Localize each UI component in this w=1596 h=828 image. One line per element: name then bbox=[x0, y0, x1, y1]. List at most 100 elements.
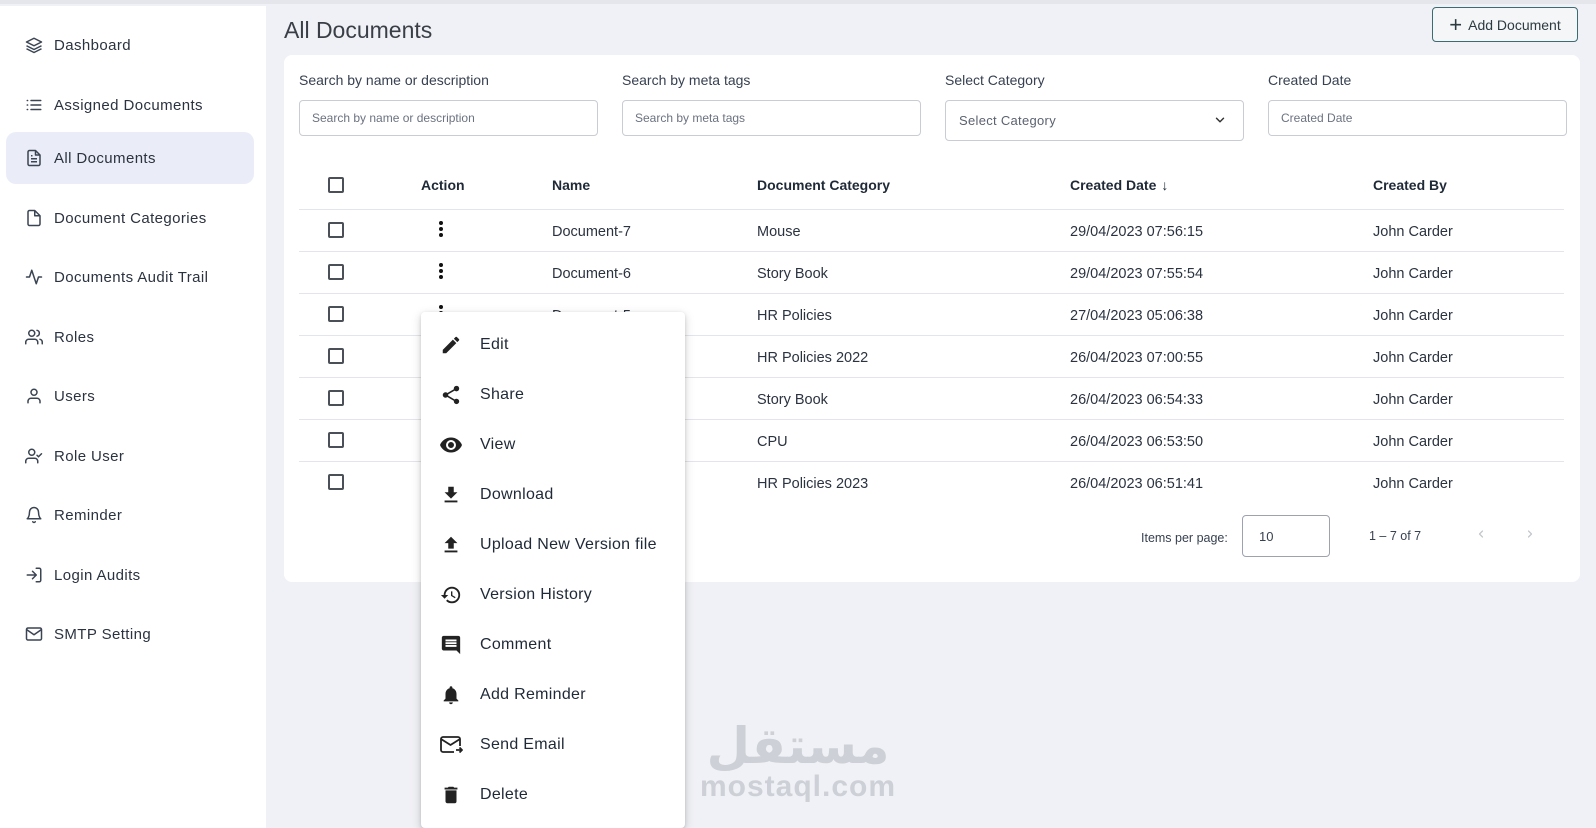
menu-item-label: Comment bbox=[480, 636, 552, 653]
download-icon bbox=[439, 483, 463, 507]
cell-category: HR Policies bbox=[757, 308, 832, 324]
add-document-button[interactable]: + Add Document bbox=[1432, 7, 1578, 42]
search-name-label: Search by name or description bbox=[299, 72, 489, 88]
menu-item-view[interactable]: View bbox=[421, 422, 685, 468]
pagination-range: 1 – 7 of 7 bbox=[1369, 529, 1422, 543]
sidebar-item-smtp-setting[interactable]: SMTP Setting bbox=[6, 608, 254, 660]
menu-item-version-history[interactable]: Version History bbox=[421, 572, 685, 618]
cell-category: CPU bbox=[757, 434, 788, 450]
trash-icon bbox=[439, 783, 463, 807]
users-icon bbox=[24, 327, 44, 347]
menu-item-label: Upload New Version file bbox=[480, 536, 657, 553]
row-checkbox[interactable] bbox=[328, 264, 344, 280]
sidebar-item-label: Reminder bbox=[54, 506, 123, 524]
file-icon bbox=[24, 208, 44, 228]
comment-icon bbox=[439, 633, 463, 657]
menu-item-label: Download bbox=[480, 486, 554, 503]
menu-item-label: Send Email bbox=[480, 736, 565, 753]
divider bbox=[299, 251, 1564, 252]
sidebar-item-dashboard[interactable]: Dashboard bbox=[6, 19, 254, 71]
share-icon bbox=[439, 383, 463, 407]
pencil-icon bbox=[439, 333, 463, 357]
divider bbox=[299, 293, 1564, 294]
cell-created-by: John Carder bbox=[1373, 308, 1453, 324]
login-icon bbox=[24, 565, 44, 585]
menu-item-label: Version History bbox=[480, 586, 593, 603]
column-header-created-by[interactable]: Created By bbox=[1373, 177, 1447, 193]
sidebar-item-label: Assigned Documents bbox=[54, 96, 203, 114]
menu-item-upload-new-version[interactable]: Upload New Version file bbox=[421, 522, 685, 568]
menu-item-comment[interactable]: Comment bbox=[421, 622, 685, 668]
cell-created-date: 26/04/2023 06:51:41 bbox=[1070, 476, 1204, 492]
sidebar-item-roles[interactable]: Roles bbox=[6, 311, 254, 363]
row-checkbox[interactable] bbox=[328, 474, 344, 490]
eye-icon bbox=[439, 433, 463, 457]
sidebar-item-role-user[interactable]: Role User bbox=[6, 430, 254, 482]
cell-category: Mouse bbox=[757, 224, 801, 240]
column-header-category[interactable]: Document Category bbox=[757, 177, 890, 193]
row-checkbox[interactable] bbox=[328, 432, 344, 448]
cell-category: HR Policies 2022 bbox=[757, 350, 869, 366]
menu-item-share[interactable]: Share bbox=[421, 372, 685, 418]
created-date-input[interactable] bbox=[1268, 100, 1567, 136]
cell-created-by: John Carder bbox=[1373, 392, 1453, 408]
top-border bbox=[0, 0, 1596, 4]
menu-item-delete[interactable]: Delete bbox=[421, 772, 685, 818]
column-header-name[interactable]: Name bbox=[552, 177, 590, 193]
sidebar-item-label: Users bbox=[54, 387, 96, 405]
items-per-page-label: Items per page: bbox=[1141, 531, 1228, 545]
sidebar-item-label: All Documents bbox=[54, 149, 156, 167]
activity-icon bbox=[24, 267, 44, 287]
sort-arrow-icon: ↓ bbox=[1161, 177, 1169, 193]
sidebar-item-users[interactable]: Users bbox=[6, 370, 254, 422]
cell-category: Story Book bbox=[757, 392, 828, 408]
action-menu: Edit Share View Download Upload New Vers… bbox=[421, 312, 685, 828]
cell-name: Document-6 bbox=[552, 266, 631, 282]
cell-name: Document-7 bbox=[552, 224, 631, 240]
menu-item-label: View bbox=[480, 436, 516, 453]
row-checkbox[interactable] bbox=[328, 222, 344, 238]
next-page-button[interactable] bbox=[1519, 523, 1541, 545]
page-title: All Documents bbox=[284, 17, 433, 43]
search-name-input[interactable] bbox=[299, 100, 598, 136]
menu-item-edit[interactable]: Edit bbox=[421, 322, 685, 368]
items-per-page-select[interactable]: 10 bbox=[1242, 515, 1330, 557]
menu-item-add-reminder[interactable]: Add Reminder bbox=[421, 672, 685, 718]
list-icon bbox=[24, 95, 44, 115]
sidebar-item-all-documents[interactable]: All Documents bbox=[6, 132, 254, 184]
menu-item-send-email[interactable]: Send Email bbox=[421, 722, 685, 768]
more-vert-icon[interactable] bbox=[431, 219, 451, 239]
more-vert-icon[interactable] bbox=[431, 261, 451, 281]
layers-icon bbox=[24, 35, 44, 55]
previous-page-button[interactable] bbox=[1470, 523, 1492, 545]
column-header-created-date[interactable]: Created Date ↓ bbox=[1070, 177, 1168, 193]
cell-created-date: 26/04/2023 06:53:50 bbox=[1070, 434, 1204, 450]
cell-created-by: John Carder bbox=[1373, 266, 1453, 282]
sidebar-item-label: SMTP Setting bbox=[54, 625, 152, 643]
menu-item-download[interactable]: Download bbox=[421, 472, 685, 518]
cell-created-date: 29/04/2023 07:56:15 bbox=[1070, 224, 1204, 240]
row-checkbox[interactable] bbox=[328, 390, 344, 406]
created-date-header-label: Created Date bbox=[1070, 177, 1157, 193]
user-icon bbox=[24, 386, 44, 406]
sidebar-item-document-categories[interactable]: Document Categories bbox=[6, 192, 254, 244]
cell-created-date: 29/04/2023 07:55:54 bbox=[1070, 266, 1204, 282]
category-select[interactable]: Select Category bbox=[945, 100, 1244, 141]
sidebar-item-login-audits[interactable]: Login Audits bbox=[6, 549, 254, 601]
watermark-latin: mostaql.com bbox=[700, 770, 897, 803]
sidebar-item-assigned-documents[interactable]: Assigned Documents bbox=[6, 79, 254, 131]
chevron-down-icon bbox=[1213, 113, 1227, 130]
select-all-checkbox[interactable] bbox=[328, 177, 344, 193]
bell-filled-icon bbox=[439, 683, 463, 707]
row-checkbox[interactable] bbox=[328, 306, 344, 322]
user-check-icon bbox=[24, 446, 44, 466]
row-checkbox[interactable] bbox=[328, 348, 344, 364]
items-per-page-value: 10 bbox=[1259, 528, 1274, 544]
sidebar-item-reminder[interactable]: Reminder bbox=[6, 489, 254, 541]
category-label: Select Category bbox=[945, 72, 1045, 88]
upload-icon bbox=[439, 533, 463, 557]
sidebar-item-documents-audit-trail[interactable]: Documents Audit Trail bbox=[6, 251, 254, 303]
cell-category: HR Policies 2023 bbox=[757, 476, 869, 492]
search-tags-input[interactable] bbox=[622, 100, 921, 136]
cell-created-date: 26/04/2023 06:54:33 bbox=[1070, 392, 1204, 408]
